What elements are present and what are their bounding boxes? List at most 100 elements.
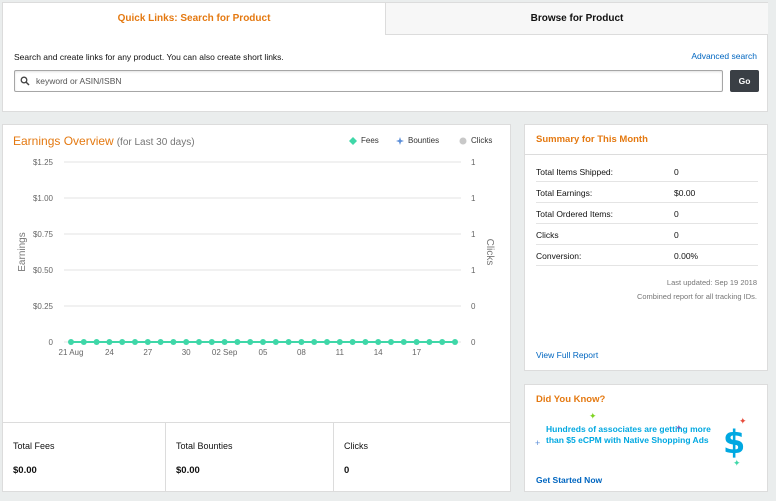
fees-data-point <box>208 339 215 345</box>
did-you-know-text: Hundreds of associates are getting more … <box>546 424 711 445</box>
x-tick-label: 05 <box>259 348 268 357</box>
circle-icon <box>459 137 467 144</box>
earnings-subtitle: (for Last 30 days) <box>116 137 195 148</box>
advanced-search-link[interactable]: Advanced search <box>691 51 757 61</box>
fees-data-point <box>349 339 356 345</box>
sparkle-icon: ✦ <box>589 411 597 421</box>
get-started-link[interactable]: Get Started Now <box>536 475 602 485</box>
earnings-title: Earnings Overview (for Last 30 days) <box>13 134 195 148</box>
fees-data-point <box>234 339 241 345</box>
y2-tick-label: 1 <box>471 158 476 167</box>
total-fees-cell: Total Fees $0.00 <box>3 423 166 492</box>
earnings-totals: Total Fees $0.00 Total Bounties $0.00 Cl… <box>3 422 510 492</box>
combined-report-note: Combined report for all tracking IDs. <box>636 292 757 301</box>
summary-row-value: 0 <box>674 230 679 240</box>
search-box[interactable] <box>14 70 723 92</box>
fees-data-point <box>221 339 228 345</box>
x-tick-label: 02 Sep <box>212 348 238 357</box>
fees-data-point <box>106 339 113 345</box>
y-tick-label: $1.25 <box>33 158 54 167</box>
summary-row-value: $0.00 <box>674 188 696 198</box>
fees-data-point <box>298 339 305 345</box>
summary-row: Total Earnings: $0.00 <box>536 182 758 203</box>
total-clicks-value: 0 <box>344 465 350 476</box>
summary-row: Total Items Shipped: 0 <box>536 161 758 182</box>
star-icon <box>396 136 404 145</box>
fees-data-point <box>272 339 279 345</box>
did-you-know-panel: Did You Know? ✦ ✦ + ✦ ✦ Hundreds of asso… <box>524 384 768 492</box>
summary-row: Conversion: 0.00% <box>536 245 758 266</box>
sparkle-icon: + <box>535 438 541 448</box>
legend-bounties[interactable]: Bounties <box>396 136 439 145</box>
tab-browse-product[interactable]: Browse for Product <box>385 3 768 35</box>
legend-clicks-label: Clicks <box>471 136 493 145</box>
x-tick-label: 30 <box>182 348 191 357</box>
fees-data-point <box>426 339 433 345</box>
fees-data-point <box>413 339 420 345</box>
total-bounties-value: $0.00 <box>176 465 200 476</box>
y2-tick-label: 1 <box>471 230 476 239</box>
summary-row-label: Total Items Shipped: <box>536 167 614 177</box>
fees-data-point <box>247 339 254 345</box>
product-search-panel: Quick Links: Search for Product Browse f… <box>2 2 768 112</box>
fees-data-point <box>439 339 446 345</box>
did-you-know-title: Did You Know? <box>536 394 606 405</box>
fees-data-point <box>324 339 330 345</box>
fees-data-point <box>170 339 177 345</box>
y2-axis-title: Clicks <box>484 239 495 266</box>
fees-data-point <box>80 339 87 345</box>
earnings-chart: $1.25 1 $1.00 1 $0.75 1 $0.50 1 $0.25 0 0 0 Earnings… <box>17 158 495 357</box>
legend-fees[interactable]: Fees <box>349 136 379 145</box>
dollar-icon: $ <box>723 423 746 461</box>
fees-data-point <box>68 339 74 345</box>
fees-data-point <box>144 339 151 345</box>
total-fees-value: $0.00 <box>13 465 37 476</box>
summary-row-label: Conversion: <box>536 251 582 261</box>
y2-tick-label: 0 <box>471 302 476 311</box>
summary-row-label: Total Earnings: <box>536 188 593 198</box>
fees-data-point <box>336 339 343 345</box>
fees-data-point <box>311 339 318 345</box>
y-tick-label: $0.25 <box>33 302 54 311</box>
legend-bounties-label: Bounties <box>408 136 440 145</box>
summary-divider <box>525 154 767 155</box>
x-tick-label: 17 <box>412 348 421 357</box>
y-tick-label: $0.50 <box>33 266 54 275</box>
total-fees-label: Total Fees <box>13 441 55 451</box>
x-tick-label: 24 <box>105 348 114 357</box>
diamond-icon <box>349 136 357 145</box>
x-tick-label: 21 Aug <box>59 348 84 357</box>
summary-row-label: Total Ordered Items: <box>536 209 614 219</box>
summary-row: Clicks 0 <box>536 224 758 245</box>
fees-data-point <box>388 339 394 345</box>
y2-tick-label: 1 <box>471 266 476 275</box>
go-button[interactable]: Go <box>730 70 759 92</box>
fees-data-point <box>285 339 292 345</box>
y2-tick-label: 0 <box>471 338 476 347</box>
fees-data-point <box>183 339 190 345</box>
fees-data-point <box>400 339 407 345</box>
x-tick-label: 27 <box>143 348 152 357</box>
fees-data-point <box>260 339 266 345</box>
summary-row-value: 0 <box>674 167 679 177</box>
fees-data-point <box>452 339 458 345</box>
summary-row-value: 0.00% <box>674 251 699 261</box>
legend-clicks[interactable]: Clicks <box>459 136 492 145</box>
y-tick-label: $1.00 <box>33 194 54 203</box>
search-input[interactable] <box>36 73 716 89</box>
search-icon <box>20 76 30 86</box>
fees-data-point <box>93 339 100 345</box>
summary-row-label: Clicks <box>536 230 559 240</box>
y-tick-label: $0.75 <box>33 230 54 239</box>
view-full-report-link[interactable]: View Full Report <box>536 350 598 360</box>
tab-quick-links[interactable]: Quick Links: Search for Product <box>3 3 385 35</box>
fees-data-point <box>196 339 202 345</box>
fees-data-point <box>132 339 138 345</box>
earnings-title-text: Earnings Overview <box>13 134 114 148</box>
summary-panel: Summary for This Month Total Items Shipp… <box>524 124 768 371</box>
total-clicks-label: Clicks <box>344 441 368 451</box>
fees-data-point <box>119 339 126 345</box>
total-bounties-label: Total Bounties <box>176 441 233 451</box>
fees-data-point <box>362 339 369 345</box>
search-description: Search and create links for any product.… <box>14 52 284 62</box>
